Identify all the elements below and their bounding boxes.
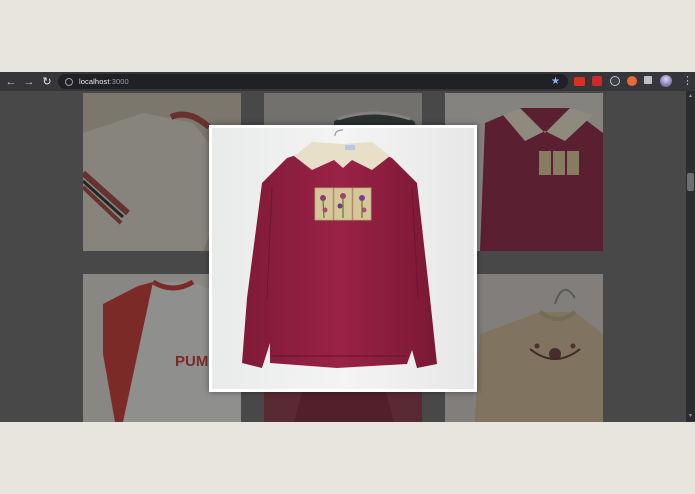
privacy-badger-icon[interactable]	[610, 76, 620, 86]
scroll-down-icon[interactable]: ▼	[687, 413, 694, 420]
page-scrollbar[interactable]: ▲ ▼	[686, 91, 695, 422]
lastpass-icon[interactable]	[592, 76, 602, 86]
lightbox-image	[212, 128, 474, 389]
url-text: localhost:3000	[79, 77, 129, 86]
reload-icon[interactable]: ↻	[40, 75, 54, 89]
star-icon[interactable]: ★	[551, 75, 560, 88]
puzzle-icon[interactable]	[644, 76, 652, 84]
address-bar[interactable]: localhost:3000 ★	[58, 74, 568, 89]
image-lightbox[interactable]	[209, 125, 477, 392]
browser-toolbar: ← → ↻ localhost:3000 ★ ⋮	[0, 72, 695, 91]
scroll-up-icon[interactable]: ▲	[687, 93, 694, 100]
kebab-menu-icon[interactable]: ⋮	[682, 74, 693, 88]
shield-icon[interactable]	[627, 76, 637, 86]
url-host: localhost	[79, 77, 110, 86]
page-viewport: PUMA	[0, 91, 686, 422]
browser-window: ← → ↻ localhost:3000 ★ ⋮ PUMA ▲ ▼	[0, 72, 695, 422]
url-port: :3000	[109, 77, 129, 86]
back-icon[interactable]: ←	[4, 75, 18, 89]
forward-icon[interactable]: →	[22, 75, 36, 89]
avatar[interactable]	[660, 75, 672, 87]
info-icon[interactable]	[65, 77, 73, 86]
maroon-sweatshirt-large-image	[242, 129, 437, 368]
adblock-icon[interactable]	[574, 77, 585, 86]
scrollbar-thumb[interactable]	[687, 173, 694, 191]
